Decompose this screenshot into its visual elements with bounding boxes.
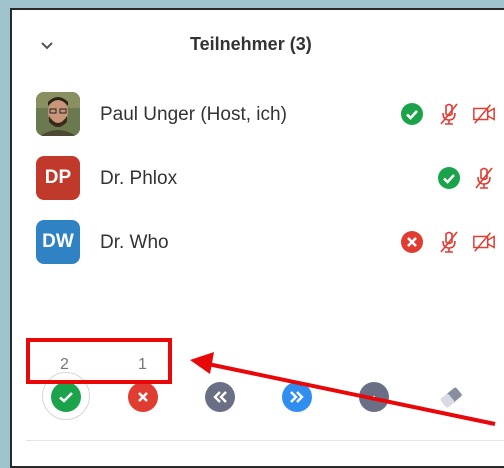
user-photo-icon bbox=[36, 92, 80, 136]
participants-panel: Teilnehmer (3) Paul Unger (Host, ich) DP… bbox=[10, 8, 504, 468]
fast-forward-icon bbox=[290, 391, 304, 403]
participant-row-paul[interactable]: Paul Unger (Host, ich) bbox=[36, 92, 504, 140]
avatar bbox=[36, 92, 80, 136]
close-icon bbox=[138, 392, 148, 402]
divider bbox=[26, 440, 504, 441]
yes-check-icon bbox=[401, 103, 423, 125]
more-icon bbox=[372, 395, 376, 399]
avatar: DW bbox=[36, 220, 80, 264]
mic-muted-icon[interactable] bbox=[437, 102, 461, 126]
clear-button[interactable] bbox=[436, 382, 466, 412]
chevron-down-icon[interactable] bbox=[38, 36, 56, 54]
participant-name: Dr. Who bbox=[100, 232, 169, 253]
participant-name: Paul Unger (Host, ich) bbox=[100, 104, 287, 125]
participant-row-phlox[interactable]: DP Dr. Phlox bbox=[36, 156, 504, 204]
check-icon bbox=[59, 392, 73, 403]
no-button[interactable] bbox=[128, 382, 158, 412]
annotation-box bbox=[26, 338, 172, 384]
video-off-icon[interactable] bbox=[472, 102, 496, 126]
go-faster-button[interactable] bbox=[282, 382, 312, 412]
panel-header: Teilnehmer (3) bbox=[12, 10, 504, 80]
participant-row-who[interactable]: DW Dr. Who bbox=[36, 220, 504, 268]
rewind-icon bbox=[213, 391, 227, 403]
yes-check-icon bbox=[438, 167, 460, 189]
yes-button[interactable] bbox=[51, 382, 81, 412]
avatar: DP bbox=[36, 156, 80, 200]
eraser-icon bbox=[440, 387, 462, 408]
go-slower-button[interactable] bbox=[205, 382, 235, 412]
video-off-icon[interactable] bbox=[472, 230, 496, 254]
more-button[interactable] bbox=[359, 382, 389, 412]
mic-muted-icon[interactable] bbox=[472, 166, 496, 190]
mic-muted-icon[interactable] bbox=[437, 230, 461, 254]
participant-name: Dr. Phlox bbox=[100, 168, 178, 189]
page-title: Teilnehmer (3) bbox=[190, 34, 312, 54]
no-x-icon bbox=[401, 231, 423, 253]
